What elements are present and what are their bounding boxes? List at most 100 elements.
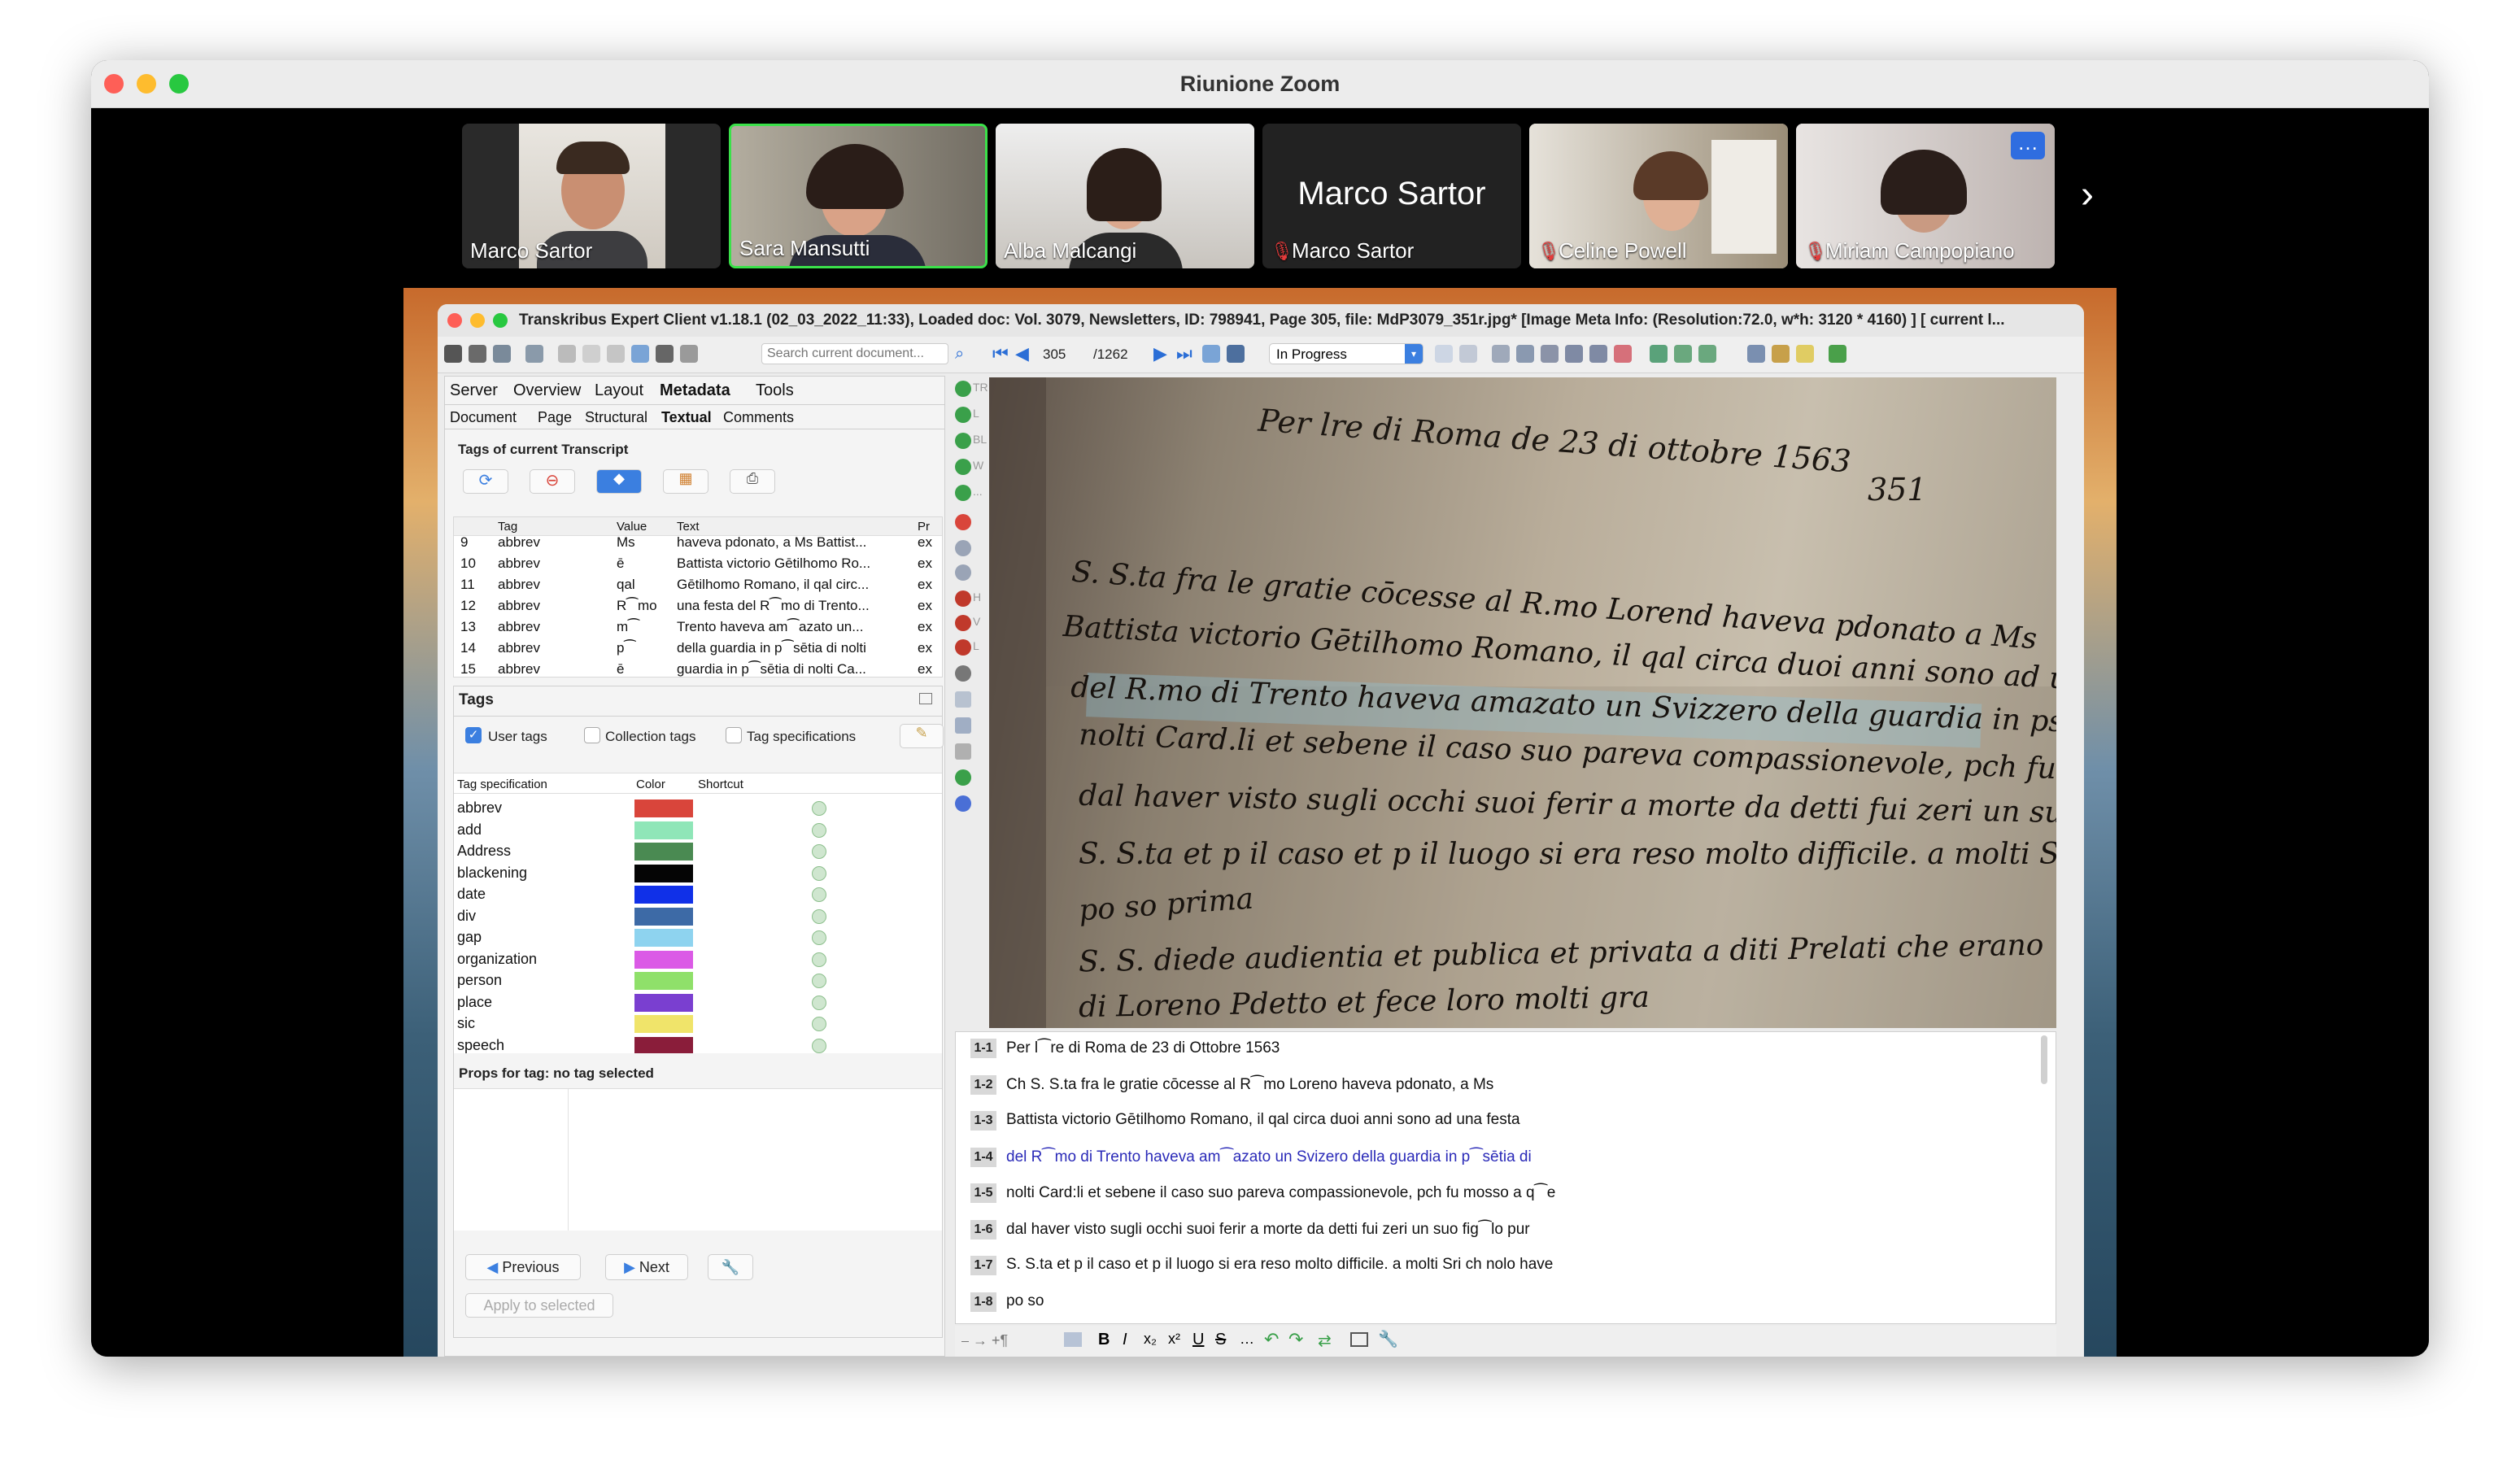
zoom-fit-icon[interactable] <box>1541 345 1559 363</box>
palette-icon[interactable] <box>1772 345 1790 363</box>
table-row[interactable]: gap <box>454 927 926 948</box>
subscript-icon[interactable]: x₂ <box>1144 1331 1157 1348</box>
table-row[interactable]: div <box>454 906 926 927</box>
split-line-icon[interactable] <box>955 639 971 656</box>
transcript-line[interactable]: 1-2 Ch S. S.ta fra le gratie cōcesse al R… <box>970 1072 2028 1104</box>
previous-button[interactable]: ◀ Previous <box>465 1254 581 1280</box>
help-icon[interactable] <box>955 795 971 812</box>
tag-color-swatch[interactable] <box>634 929 693 947</box>
tab-page[interactable]: Page <box>538 409 572 426</box>
add-point-icon[interactable] <box>955 540 971 556</box>
folder-icon[interactable] <box>582 345 600 363</box>
italic-icon[interactable]: I <box>1123 1331 1127 1349</box>
table-row[interactable]: 14 abbrev p⁀ della guardia in p⁀sētia di… <box>454 638 942 659</box>
add-more-icon[interactable] <box>955 485 971 501</box>
tag-button[interactable]: ◆ <box>596 469 642 494</box>
line-text[interactable]: del R⁀mo di Trento haveva am⁀azato un Sv… <box>1006 1148 1532 1166</box>
table-row[interactable]: 10 abbrev ē Battista victorio Gētilhomo … <box>454 553 942 574</box>
table-row[interactable]: abbrev <box>454 798 926 819</box>
fit-width-icon[interactable] <box>1674 345 1692 363</box>
link-icon[interactable]: ⇄ <box>1318 1331 1332 1351</box>
add-tag-icon[interactable] <box>812 865 826 881</box>
tag-specifications-checkbox[interactable] <box>726 727 742 743</box>
tab-comments[interactable]: Comments <box>723 409 794 426</box>
minimize-window-button[interactable] <box>470 313 485 328</box>
user-tags-checkbox[interactable]: ✓ <box>465 727 482 743</box>
tab-structural[interactable]: Structural <box>585 409 647 426</box>
paste-icon[interactable] <box>1459 345 1477 363</box>
refresh-icon[interactable] <box>631 345 649 363</box>
line-text[interactable]: Per l⁀re di Roma de 23 di Ottobre 1563 <box>1006 1039 1280 1057</box>
undo-icon[interactable] <box>955 769 971 786</box>
add-tag-icon[interactable] <box>812 844 826 859</box>
strikethrough-icon[interactable]: S <box>1215 1331 1226 1349</box>
transcript-line[interactable]: 1-8 po so <box>970 1289 2028 1322</box>
fit-height-icon[interactable] <box>1698 345 1716 363</box>
printer-icon[interactable] <box>656 345 674 363</box>
line-text[interactable]: S. S.ta et p il caso et p il luogo si er… <box>1006 1256 1553 1274</box>
add-tag-icon[interactable] <box>812 995 826 1010</box>
edit-icon[interactable] <box>1796 345 1814 363</box>
tag-color-swatch[interactable] <box>634 972 693 990</box>
previous-page-icon[interactable]: ◀ <box>1015 343 1029 364</box>
line-text[interactable]: Battista victorio Gētilhomo Romano, il q… <box>1006 1111 1520 1129</box>
tab-metadata[interactable]: Metadata <box>660 381 730 400</box>
transcript-line[interactable]: 1-1 Per l⁀re di Roma de 23 di Ottobre 156… <box>970 1035 2028 1068</box>
redo-icon[interactable]: ↷ <box>1288 1329 1303 1350</box>
wrench-button[interactable]: 🔧 <box>708 1254 753 1280</box>
collection-tags-checkbox[interactable] <box>584 727 600 743</box>
zoom-in-icon[interactable] <box>1565 345 1583 363</box>
fit-page-icon[interactable] <box>1650 345 1668 363</box>
tab-tools[interactable]: Tools <box>756 381 794 400</box>
delete-tag-button[interactable]: ⊖ <box>530 469 575 494</box>
manuscript-image[interactable]: Per lre di Roma de 23 di ottobre 1563 35… <box>989 377 2056 1028</box>
next-button[interactable]: ▶ Next <box>605 1254 688 1280</box>
table-row[interactable]: organization <box>454 949 926 970</box>
participant-tile-no-video[interactable]: Marco Sartor 🎙 Marco Sartor <box>1262 124 1521 268</box>
tag-color-swatch[interactable] <box>634 799 693 817</box>
scrollbar[interactable] <box>2041 1035 2047 1084</box>
maximize-window-button[interactable] <box>493 313 508 328</box>
transcript-line[interactable]: 1-7 S. S.ta et p il caso et p il luogo si… <box>970 1253 2028 1285</box>
grid-button[interactable]: ▦ <box>663 469 708 494</box>
merge-icon[interactable] <box>955 665 971 682</box>
pen-tool-icon[interactable] <box>955 743 971 760</box>
copy-icon[interactable] <box>1435 345 1453 363</box>
add-tag-icon[interactable] <box>812 1038 826 1053</box>
page-current[interactable]: 305 <box>1043 346 1066 363</box>
transcript-line[interactable]: 1-4 del R⁀mo di Trento haveva am⁀azato un… <box>970 1144 2028 1177</box>
table-row[interactable]: speech <box>454 1035 926 1053</box>
add-line-icon[interactable] <box>955 407 971 423</box>
table-row[interactable]: person <box>454 970 926 991</box>
add-tag-icon[interactable] <box>812 952 826 967</box>
apply-to-selected-button[interactable]: Apply to selected <box>465 1293 613 1318</box>
add-tag-icon[interactable] <box>812 887 826 902</box>
table-row[interactable]: sic <box>454 1013 926 1035</box>
participant-tile[interactable]: Marco Sartor <box>462 124 721 268</box>
delete-shape-icon[interactable] <box>955 514 971 530</box>
tag-color-swatch[interactable] <box>634 821 693 839</box>
line-tools-icon[interactable]: ⎯ → +¶ <box>961 1332 1008 1349</box>
status-dropdown[interactable]: In Progress ▾ <box>1269 343 1423 364</box>
view-icon[interactable] <box>525 345 543 363</box>
table-row[interactable]: 15 abbrev ē guardia in p⁀sētia di nolti … <box>454 659 942 677</box>
add-tag-icon[interactable] <box>812 1017 826 1031</box>
edit-shape-icon[interactable] <box>955 717 971 734</box>
layout-icon[interactable] <box>1350 1332 1368 1347</box>
wrench-icon[interactable]: 🔧 <box>1378 1329 1398 1349</box>
participant-tile[interactable]: Alba Malcangi <box>996 124 1254 268</box>
underline-icon[interactable]: U <box>1192 1331 1204 1349</box>
chevron-right-icon[interactable]: › <box>2081 171 2110 220</box>
add-word-icon[interactable] <box>955 459 971 475</box>
tag-color-swatch[interactable] <box>634 1015 693 1033</box>
table-row[interactable]: place <box>454 992 926 1013</box>
tag-color-swatch[interactable] <box>634 907 693 926</box>
add-baseline-icon[interactable] <box>955 433 971 449</box>
add-text-region-icon[interactable] <box>955 381 971 397</box>
transcription-editor[interactable]: 1-1 Per l⁀re di Roma de 23 di Ottobre 156… <box>955 1031 2056 1324</box>
tab-layout[interactable]: Layout <box>595 381 643 400</box>
refresh-tags-button[interactable]: ⟳ <box>463 469 508 494</box>
close-window-button[interactable] <box>447 313 462 328</box>
split-horizontal-icon[interactable] <box>955 590 971 607</box>
windows-icon[interactable] <box>1747 345 1765 363</box>
